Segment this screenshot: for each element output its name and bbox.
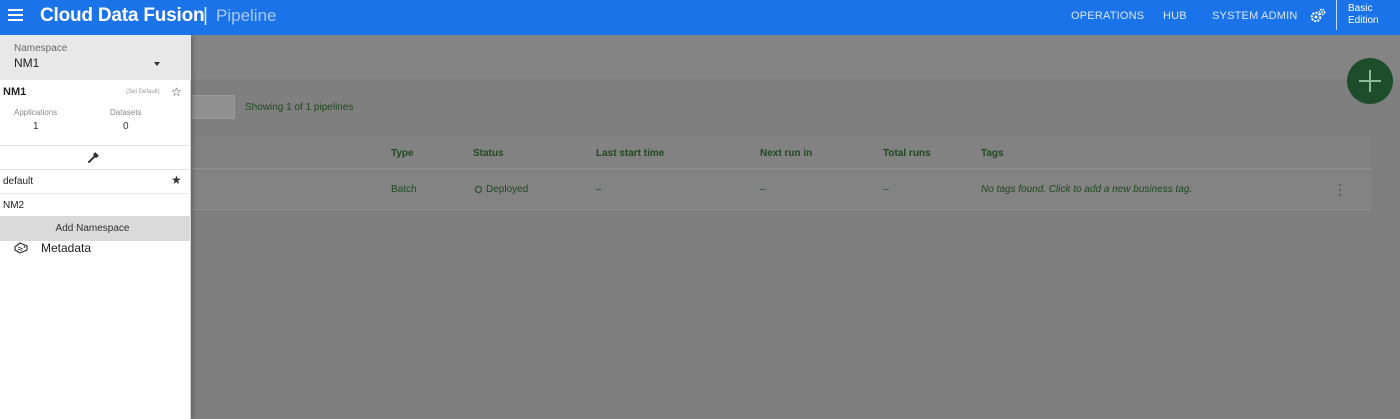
add-tag-link[interactable]: No tags found. Click to add a new busine… [981,184,1192,195]
column-header-last-start-time[interactable]: Last start time [596,148,664,159]
column-header-type[interactable]: Type [391,148,414,159]
namespace-card: NM1 (Set Default) ☆ Applications 1 Datas… [0,80,191,146]
applications-label: Applications [14,108,58,117]
metadata-label: Metadata [41,241,92,255]
column-header-status[interactable]: Status [473,148,504,159]
datasets-label: Datasets [110,108,142,117]
star-outline-icon[interactable]: ☆ [171,85,182,99]
namespace-selector: Namespace NM1 [0,35,191,80]
current-namespace: NM1 [14,56,40,70]
page-section-title: Pipeline [216,6,277,25]
table-header-row: Type Status Last start time Next run in … [192,138,1371,170]
column-header-next-run-in[interactable]: Next run in [760,148,812,159]
applications-count[interactable]: 1 [33,121,39,132]
menu-icon[interactable] [8,9,24,23]
app-title[interactable]: Cloud Data Fusion [40,5,205,27]
edition-line-1: Basic [1348,3,1373,14]
namespace-item-default[interactable]: default ★ [0,170,191,194]
more-actions-icon[interactable] [1338,184,1342,198]
pipeline-count-text: Showing 1 of 1 pipelines [245,102,354,113]
nav-system-admin[interactable]: SYSTEM ADMIN [1212,10,1298,22]
namespace-drawer: Namespace NM1 NM1 (Set Default) ☆ Applic… [0,35,191,419]
top-app-bar: Cloud Data Fusion | Pipeline OPERATIONS … [0,0,1400,35]
search-input[interactable] [192,95,235,119]
edition-badge: Basic Edition [1348,3,1379,27]
add-namespace-label: Add Namespace [55,223,130,234]
tag-icon [14,242,28,254]
nav-operations[interactable]: OPERATIONS [1071,10,1144,22]
gear-icon[interactable] [1310,8,1326,24]
status-text: Deployed [486,184,529,195]
namespace-item-label: NM2 [3,200,25,211]
datasets-count[interactable]: 0 [123,121,129,132]
metadata-link[interactable]: Metadata [0,239,191,257]
add-pipeline-fab[interactable] [1347,58,1393,104]
edition-line-2: Edition [1348,15,1379,26]
edition-divider [1336,0,1337,30]
status-deployed-icon [475,186,482,193]
namespace-label: Namespace [14,43,68,54]
namespace-item-nm2[interactable]: NM2 [0,194,191,218]
column-header-tags[interactable]: Tags [981,148,1004,159]
cell-status: Deployed [475,184,528,195]
namespace-admin-button[interactable] [0,146,191,170]
main-content-overlay[interactable] [191,35,1400,419]
wrench-icon [88,151,100,163]
pipelines-table: Type Status Last start time Next run in … [192,138,1371,211]
title-separator: | [203,5,208,26]
namespace-card-title: NM1 [3,86,27,98]
column-header-total-runs[interactable]: Total runs [883,148,931,159]
namespace-item-label: default [3,176,34,187]
cell-next-run-in: – [760,184,766,195]
add-namespace-button[interactable]: Add Namespace [0,216,191,241]
nav-hub[interactable]: HUB [1163,10,1187,22]
star-filled-icon[interactable]: ★ [171,173,182,187]
chevron-down-icon[interactable] [154,62,160,66]
set-default-link[interactable]: (Set Default) [126,89,160,95]
cell-last-start-time: – [596,184,602,195]
cell-type: Batch [391,184,417,195]
cell-total-runs: – [883,184,889,195]
main-header-area [191,35,1400,79]
table-row[interactable]: Batch Deployed – – – No tags found. Clic… [192,172,1371,210]
